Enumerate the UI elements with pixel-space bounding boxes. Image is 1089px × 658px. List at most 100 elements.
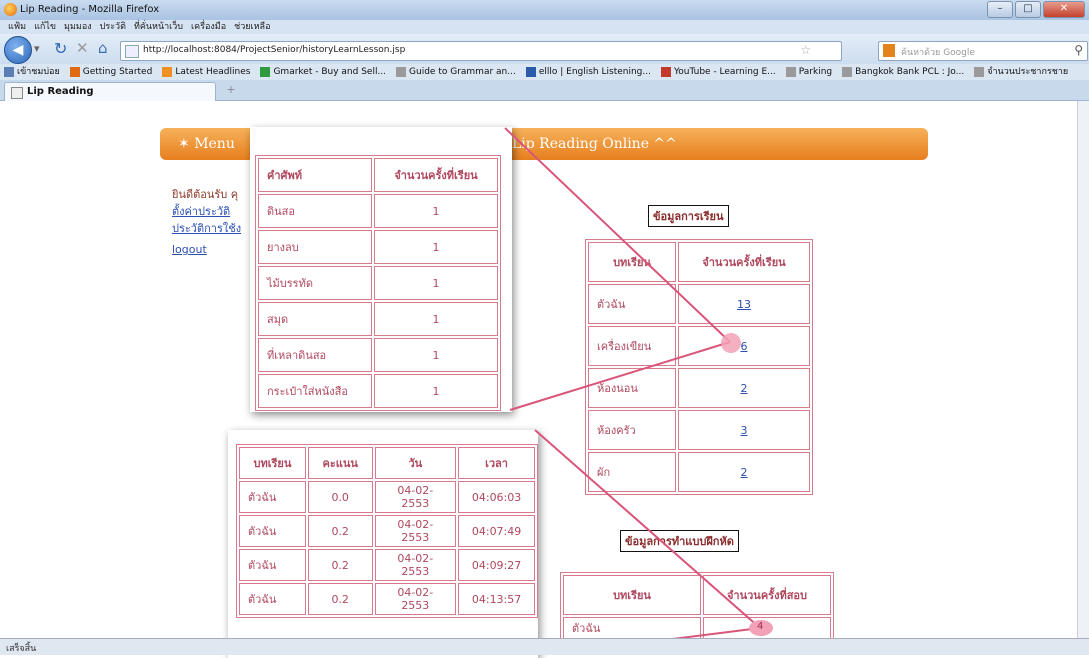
highlight-circle: [721, 333, 741, 353]
table-cell: 0.2: [307, 515, 373, 547]
tab-label: Lip Reading: [27, 86, 94, 97]
table-cell: 2: [678, 452, 810, 492]
maximize-button[interactable]: □: [1015, 1, 1041, 18]
count-link[interactable]: 2: [741, 466, 748, 479]
table-cell: กระเป๋าใส่หนังสือ: [258, 374, 372, 408]
page-icon: [785, 67, 796, 77]
exercise-info-caption: ข้อมูลการทำแบบฝึกหัด: [620, 530, 739, 552]
search-engine-icon[interactable]: [883, 44, 895, 57]
table-cell: ตัวฉัน: [239, 583, 306, 615]
bookmark-label: Bangkok Bank PCL : Jo...: [855, 67, 965, 77]
exercise-count-table: บทเรียน จำนวนครั้งที่สอบ ตัวฉัน 4: [560, 572, 834, 642]
table-cell: 04-02-2553: [374, 481, 457, 513]
status-text: เสร็จสิ้น: [6, 644, 37, 654]
new-tab-button[interactable]: +: [222, 83, 240, 97]
menu-tools[interactable]: เครื่องมือ: [191, 20, 226, 34]
settings-link[interactable]: ตั้งค่าประวัติ: [172, 202, 230, 220]
lesson-info-caption: ข้อมูลการเรียน: [648, 205, 729, 227]
bookmark-item[interactable]: จำนวนประชากรชาย: [974, 64, 1068, 80]
close-button[interactable]: ✕: [1043, 1, 1085, 18]
table-row: ตัวฉัน 0.2 04-02-2553 04:13:57: [239, 583, 535, 615]
stop-icon[interactable]: ✕: [76, 39, 89, 57]
score-popup: บทเรียน คะแนน วัน เวลา ตัวฉัน 0.0 04-02-25…: [228, 430, 538, 658]
welcome-text: ยินดีต้อนรับ คุ: [172, 188, 239, 201]
col-lesson: บทเรียน: [588, 242, 676, 282]
table-row: ตัวฉัน 0.2 04-02-2553 04:09:27: [239, 549, 535, 581]
elllo-icon: [525, 67, 536, 77]
table-cell: ดินสอ: [258, 194, 372, 228]
search-box[interactable]: ค้นหาด้วย Google ⚲: [878, 41, 1088, 61]
bookmark-item[interactable]: Parking: [785, 64, 832, 80]
table-cell: ตัวฉัน: [563, 617, 701, 639]
reload-icon[interactable]: ↻: [54, 39, 67, 58]
page-icon: [974, 67, 985, 77]
table-cell: 6: [678, 326, 810, 366]
tab-bar: Lip Reading +: [0, 80, 1089, 101]
table-row: ตัวฉัน 0.0 04-02-2553 04:06:03: [239, 481, 535, 513]
bookmark-item[interactable]: YouTube - Learning E...: [660, 64, 776, 80]
url-text[interactable]: http://localhost:8084/ProjectSenior/hist…: [143, 45, 405, 55]
menu-bar: แฟ้ม แก้ไข มุมมอง ประวัติ ที่คั่นหน้าเว็…: [0, 20, 1089, 34]
forward-dropdown-icon[interactable]: ▾: [34, 42, 40, 55]
table-cell: 04:07:49: [458, 515, 535, 547]
table-cell: ยางลบ: [258, 230, 372, 264]
bookmark-item[interactable]: elllo | English Listening...: [525, 64, 651, 80]
home-icon[interactable]: ⌂: [98, 39, 108, 57]
page-icon: [396, 67, 407, 77]
g-icon: [260, 67, 271, 77]
table-cell: 0.2: [307, 549, 373, 581]
table-cell: ห้องครัว: [588, 410, 676, 450]
menu-edit[interactable]: แก้ไข: [34, 20, 56, 34]
bookmark-item[interactable]: Guide to Grammar an...: [396, 64, 516, 80]
menu-text: Menu: [194, 136, 235, 152]
count-link[interactable]: 13: [737, 298, 751, 311]
table-cell: 1: [374, 230, 498, 264]
banner-menu-label[interactable]: ✶ Menu: [178, 136, 235, 152]
table-row: ตัวฉัน 4: [563, 617, 831, 639]
menu-bookmarks[interactable]: ที่คั่นหน้าเว็บ: [134, 20, 183, 34]
window-titlebar[interactable]: Lip Reading - Mozilla Firefox – □ ✕: [0, 0, 1089, 20]
menu-help[interactable]: ช่วยเหลือ: [234, 20, 270, 34]
search-icon[interactable]: ⚲: [1074, 43, 1083, 57]
table-cell: ตัวฉัน: [239, 481, 306, 513]
table-cell: ห้องนอน: [588, 368, 676, 408]
table-cell: 0.2: [307, 583, 373, 615]
page-favicon-icon: [11, 87, 23, 99]
tab-lip-reading[interactable]: Lip Reading: [4, 82, 216, 101]
minimize-button[interactable]: –: [987, 1, 1013, 18]
bookmark-item[interactable]: Getting Started: [69, 64, 153, 80]
window-controls: – □ ✕: [987, 1, 1085, 18]
menu-file[interactable]: แฟ้ม: [8, 20, 26, 34]
bookmark-label: Getting Started: [82, 67, 153, 77]
bookmark-item[interactable]: Bangkok Bank PCL : Jo...: [842, 64, 964, 80]
table-cell: สมุด: [258, 302, 372, 336]
page-icon: [842, 67, 853, 77]
search-placeholder[interactable]: ค้นหาด้วย Google: [901, 45, 975, 59]
count-link[interactable]: 2: [741, 382, 748, 395]
table-row: ห้องนอน 2: [588, 368, 810, 408]
table-cell: 1: [374, 374, 498, 408]
table-row: กระเป๋าใส่หนังสือ 1: [258, 374, 498, 408]
page-favicon-icon: [125, 45, 139, 58]
menu-view[interactable]: มุมมอง: [64, 20, 92, 34]
table-row: เครื่องเขียน 6: [588, 326, 810, 366]
table-cell: ตัวฉัน: [239, 515, 306, 547]
col-lesson: บทเรียน: [239, 447, 306, 479]
url-bar[interactable]: http://localhost:8084/ProjectSenior/hist…: [120, 41, 842, 61]
col-study-count: จำนวนครั้งที่เรียน: [374, 158, 498, 192]
count-link[interactable]: 3: [741, 424, 748, 437]
bookmark-star-icon[interactable]: ☆: [800, 43, 811, 57]
highlight-circle[interactable]: 4: [749, 620, 773, 636]
back-button[interactable]: ◀: [4, 36, 32, 64]
highlight-count: 4: [757, 621, 764, 632]
logout-link[interactable]: logout: [172, 243, 207, 256]
bookmark-item[interactable]: เข้าชมบ่อย: [4, 64, 60, 80]
table-cell: ตัวฉัน: [588, 284, 676, 324]
history-link[interactable]: ประวัติการใช้ง: [172, 219, 241, 237]
vertical-scrollbar[interactable]: [1077, 101, 1089, 638]
count-link[interactable]: 6: [741, 340, 748, 353]
menu-history[interactable]: ประวัติ: [100, 20, 126, 34]
bookmark-item[interactable]: Latest Headlines: [162, 64, 250, 80]
bookmark-item[interactable]: Gmarket - Buy and Sell...: [260, 64, 386, 80]
bookmark-label: elllo | English Listening...: [538, 67, 651, 77]
